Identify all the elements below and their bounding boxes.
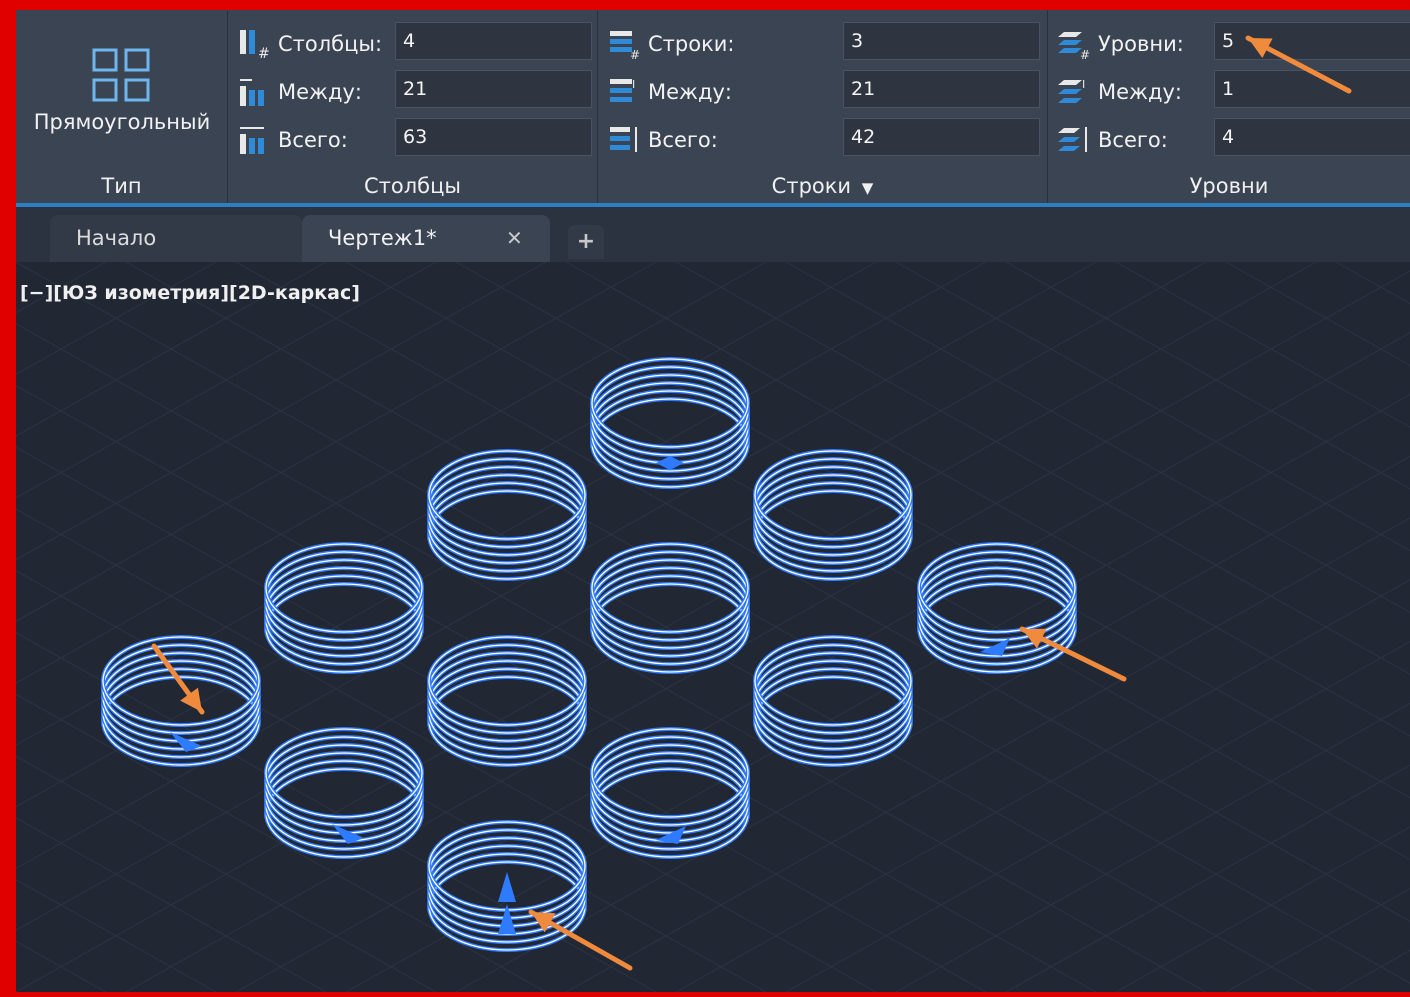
pointer-arrows (16, 262, 1410, 992)
columns-between-field[interactable]: 21 (395, 70, 592, 108)
levels-between-icon: I (1058, 78, 1085, 103)
levels-total-label: Всего: (1098, 128, 1168, 152)
tab-start[interactable]: Начало (50, 215, 302, 262)
levels-total-icon (1058, 127, 1087, 152)
rows-count-field[interactable]: 3 (843, 22, 1040, 60)
columns-total-field[interactable]: 63 (395, 118, 592, 156)
rows-count-icon: # (610, 31, 640, 60)
rows-count-row: # Строки: (608, 24, 848, 64)
array-ribbon: Прямоугольный Тип # Столбцы: 4 Между: 21 (16, 10, 1410, 203)
chevron-down-icon: ▼ (861, 179, 874, 197)
rows-total-label: Всего: (648, 128, 718, 152)
tab-drawing1-label: Чертеж1* (328, 226, 437, 250)
levels-total-field[interactable]: 4 (1214, 118, 1410, 156)
svg-text:#: # (1080, 48, 1090, 60)
levels-count-icon: # (1058, 32, 1090, 60)
rows-total-row: Всего: (608, 120, 848, 160)
columns-between-label: Между: (278, 80, 362, 104)
rows-panel: # Строки: 3 I Между: 21 Всего: 42 Строки (598, 10, 1048, 203)
levels-count-row: # Уровни: (1058, 24, 1238, 64)
drawing-viewport[interactable]: [−][ЮЗ изометрия][2D-каркас] (16, 262, 1410, 992)
levels-panel: # Уровни: 5 I Между: 1 Всего: 4 Уровни (1048, 10, 1410, 203)
svg-text:I: I (632, 78, 635, 91)
levels-panel-title: Уровни (1189, 174, 1269, 198)
type-panel-title: Тип (101, 174, 142, 198)
tab-drawing1[interactable]: Чертеж1* ✕ (302, 215, 550, 262)
application-window: Прямоугольный Тип # Столбцы: 4 Между: 21 (16, 10, 1410, 992)
rows-between-icon: I (610, 78, 635, 102)
red-frame: Прямоугольный Тип # Столбцы: 4 Между: 21 (0, 0, 1410, 997)
rows-total-field[interactable]: 42 (843, 118, 1040, 156)
viewport-controls-label[interactable]: [−][ЮЗ изометрия][2D-каркас] (20, 282, 360, 304)
tab-start-label: Начало (76, 226, 157, 250)
columns-count-icon: # (240, 30, 270, 60)
close-icon[interactable]: ✕ (506, 215, 523, 262)
columns-count-field[interactable]: 4 (395, 22, 592, 60)
plus-icon: + (576, 229, 596, 254)
levels-total-row: Всего: (1058, 120, 1238, 160)
rows-count-label: Строки: (648, 32, 735, 56)
rectangular-array-button[interactable]: Прямоугольный (16, 30, 228, 150)
rows-between-label: Между: (648, 80, 732, 104)
levels-between-label: Между: (1098, 80, 1182, 104)
columns-total-label: Всего: (278, 128, 348, 152)
rectangular-array-icon (92, 48, 150, 102)
rows-panel-title: Строки (771, 174, 852, 198)
file-tabs-bar: Начало Чертеж1* ✕ + (16, 207, 1410, 262)
svg-text:I: I (1082, 78, 1085, 91)
levels-count-field[interactable]: 5 (1214, 22, 1410, 60)
rows-total-icon (610, 127, 637, 152)
columns-panel: # Столбцы: 4 Между: 21 Всего: 63 Столбцы (228, 10, 598, 203)
rows-between-row: I Между: (608, 72, 848, 112)
columns-count-label: Столбцы: (278, 32, 383, 56)
svg-text:#: # (630, 48, 640, 60)
levels-between-row: I Между: (1058, 72, 1238, 112)
columns-panel-title: Столбцы (364, 174, 461, 198)
type-panel: Прямоугольный Тип (16, 10, 228, 203)
columns-total-icon (240, 127, 264, 154)
rectangular-array-label: Прямоугольный (33, 110, 211, 134)
new-tab-button[interactable]: + (568, 225, 604, 259)
levels-count-label: Уровни: (1098, 32, 1184, 56)
levels-between-field[interactable]: 1 (1214, 70, 1410, 108)
svg-text:#: # (258, 46, 270, 60)
rows-panel-title-button[interactable]: Строки ▼ (598, 169, 1047, 203)
columns-between-icon (240, 79, 264, 106)
rows-between-field[interactable]: 21 (843, 70, 1040, 108)
